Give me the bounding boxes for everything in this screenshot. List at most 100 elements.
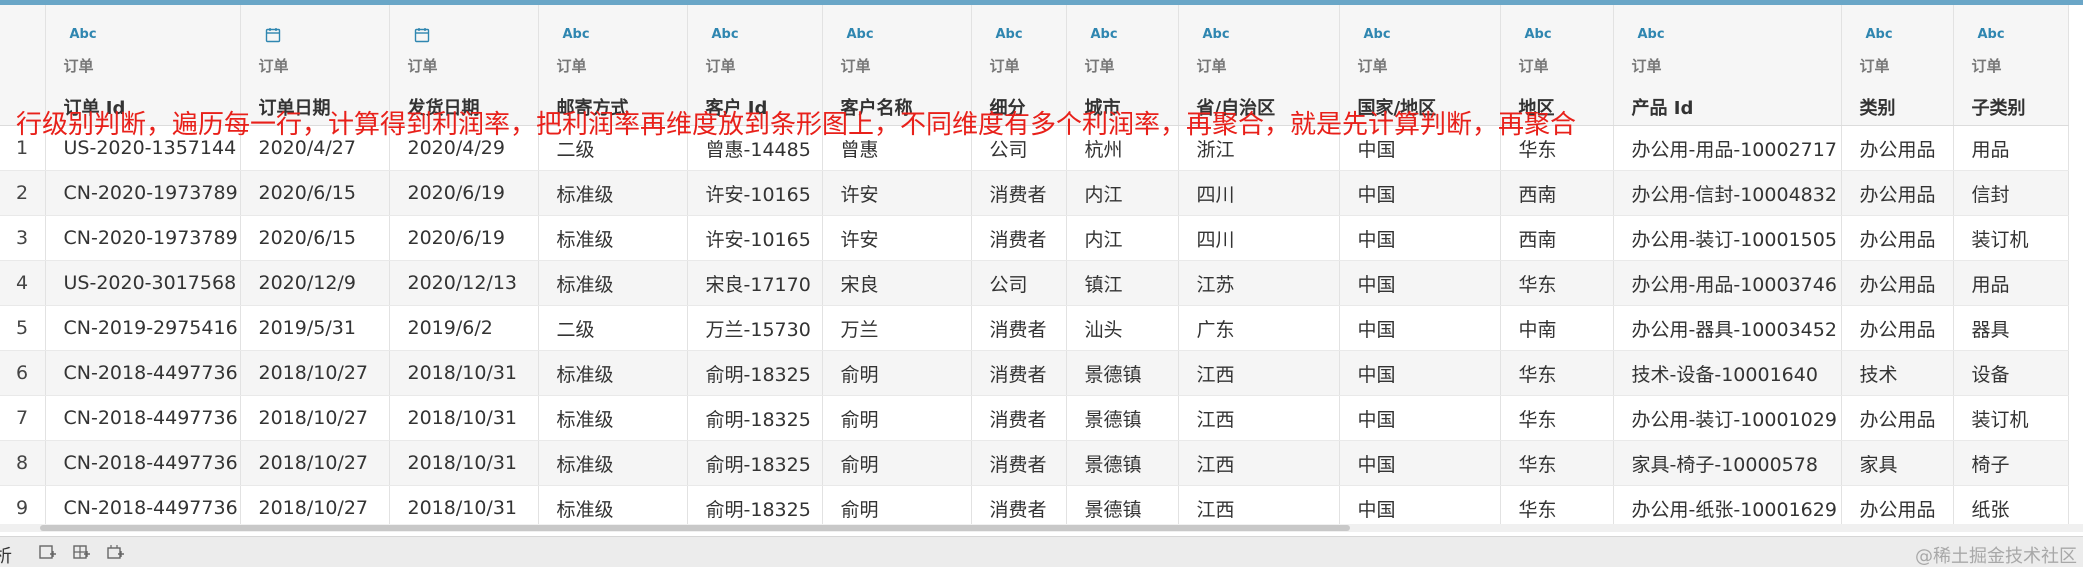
table-cell[interactable]: 2020/6/19 xyxy=(389,215,539,261)
table-cell[interactable]: 装订机 xyxy=(1953,215,2069,261)
table-cell[interactable]: 汕头 xyxy=(1066,305,1179,351)
table-cell[interactable]: 消费者 xyxy=(971,215,1067,261)
table-row[interactable]: 3 CN-2020-1973789 2020/6/15 2020/6/19 标准级 许安-… xyxy=(0,215,2069,261)
new-story-icon[interactable] xyxy=(106,544,126,562)
column-header[interactable]: Abc 订单 类别 xyxy=(1841,5,1954,126)
abc-type-icon[interactable]: Abc xyxy=(1358,27,1437,43)
table-cell[interactable]: 广东 xyxy=(1178,305,1340,351)
table-cell[interactable]: US-2020-3017568 xyxy=(45,260,241,306)
sheet-tab[interactable]: 析 xyxy=(0,542,12,568)
table-cell[interactable]: 江西 xyxy=(1178,350,1340,396)
table-row[interactable]: 4 US-2020-3017568 2020/12/9 2020/12/13 标准级 宋良… xyxy=(0,260,2069,306)
table-cell[interactable]: 2018/10/27 xyxy=(240,440,390,486)
table-cell[interactable]: 中国 xyxy=(1339,260,1501,306)
table-row[interactable]: 2 CN-2020-1973789 2020/6/15 2020/6/19 标准级 许安-… xyxy=(0,170,2069,216)
table-cell[interactable]: 中国 xyxy=(1339,170,1501,216)
table-cell[interactable]: 办公用-装订-10001505 xyxy=(1613,215,1842,261)
table-cell[interactable]: 2020/6/15 xyxy=(240,215,390,261)
abc-type-icon[interactable]: Abc xyxy=(1197,27,1276,43)
table-cell[interactable]: 2018/10/27 xyxy=(240,350,390,396)
column-header[interactable]: Abc 订单 产品 Id xyxy=(1613,5,1842,126)
table-cell[interactable]: 西南 xyxy=(1500,170,1614,216)
table-cell[interactable]: 办公用-用品-10002717 xyxy=(1613,125,1842,171)
table-cell[interactable]: 许安 xyxy=(822,215,972,261)
table-cell[interactable]: 设备 xyxy=(1953,350,2069,396)
table-cell[interactable]: 江西 xyxy=(1178,440,1340,486)
abc-type-icon[interactable]: Abc xyxy=(1632,27,1694,43)
table-cell[interactable]: 内江 xyxy=(1066,215,1179,261)
table-cell[interactable]: 华东 xyxy=(1500,350,1614,396)
table-cell[interactable]: 办公用-信封-10004832 xyxy=(1613,170,1842,216)
table-cell[interactable]: 椅子 xyxy=(1953,440,2069,486)
column-field-name[interactable]: 类别 xyxy=(1860,94,1896,120)
table-cell[interactable]: 2018/10/31 xyxy=(389,350,539,396)
column-field-name[interactable]: 子类别 xyxy=(1972,94,2026,120)
table-cell[interactable]: 标准级 xyxy=(538,260,688,306)
abc-type-icon[interactable]: Abc xyxy=(557,27,629,43)
table-cell[interactable]: 公司 xyxy=(971,260,1067,306)
table-cell[interactable]: 景德镇 xyxy=(1066,440,1179,486)
table-cell[interactable]: 宋良 xyxy=(822,260,972,306)
table-cell[interactable]: 万兰 xyxy=(822,305,972,351)
table-cell[interactable]: 2020/12/9 xyxy=(240,260,390,306)
abc-type-icon[interactable]: Abc xyxy=(1860,27,1896,43)
table-cell[interactable]: 华东 xyxy=(1500,260,1614,306)
table-cell[interactable]: 俞明 xyxy=(822,440,972,486)
abc-type-icon[interactable]: Abc xyxy=(1519,27,1555,43)
table-cell[interactable]: 江西 xyxy=(1178,395,1340,441)
table-cell[interactable]: 消费者 xyxy=(971,440,1067,486)
table-cell[interactable]: 许安-10165 xyxy=(687,170,823,216)
table-cell[interactable]: 标准级 xyxy=(538,350,688,396)
table-cell[interactable]: 宋良-17170 xyxy=(687,260,823,306)
table-cell[interactable]: 家具 xyxy=(1841,440,1954,486)
table-cell[interactable]: 装订机 xyxy=(1953,395,2069,441)
table-cell[interactable]: 2020/6/15 xyxy=(240,170,390,216)
table-cell[interactable]: 办公用品 xyxy=(1841,125,1954,171)
table-cell[interactable]: 消费者 xyxy=(971,350,1067,396)
table-row[interactable]: 6 CN-2018-4497736 2018/10/27 2018/10/31 标准级俞… xyxy=(0,350,2069,396)
table-row[interactable]: 5 CN-2019-2975416 2019/5/31 2019/6/2 二级 万兰-15… xyxy=(0,305,2069,351)
abc-type-icon[interactable]: Abc xyxy=(1085,27,1121,43)
table-cell[interactable]: 消费者 xyxy=(971,170,1067,216)
abc-type-icon[interactable]: Abc xyxy=(64,27,126,43)
abc-type-icon[interactable]: Abc xyxy=(706,27,768,43)
table-cell[interactable]: 办公用-装订-10001029 xyxy=(1613,395,1842,441)
table-cell[interactable]: 2020/12/13 xyxy=(389,260,539,306)
table-cell[interactable]: 西南 xyxy=(1500,215,1614,261)
table-cell[interactable]: 中国 xyxy=(1339,395,1501,441)
table-cell[interactable]: 办公用-用品-10003746 xyxy=(1613,260,1842,306)
table-cell[interactable]: 华东 xyxy=(1500,440,1614,486)
calendar-type-icon[interactable] xyxy=(408,27,480,43)
column-field-name[interactable]: 产品 Id xyxy=(1632,94,1694,120)
column-header[interactable]: Abc 订单 子类别 xyxy=(1953,5,2069,126)
table-cell[interactable]: CN-2018-4497736 xyxy=(45,440,241,486)
table-row[interactable]: 7 CN-2018-4497736 2018/10/27 2018/10/31 标准级俞… xyxy=(0,395,2069,441)
table-cell[interactable]: 俞明 xyxy=(822,350,972,396)
table-cell[interactable]: 2018/10/27 xyxy=(240,395,390,441)
table-cell[interactable]: 四川 xyxy=(1178,170,1340,216)
table-cell[interactable]: 技术-设备-10001640 xyxy=(1613,350,1842,396)
table-cell[interactable]: 许安-10165 xyxy=(687,215,823,261)
table-cell[interactable]: 内江 xyxy=(1066,170,1179,216)
table-row[interactable]: 8 CN-2018-4497736 2018/10/27 2018/10/31 标准级俞… xyxy=(0,440,2069,486)
table-cell[interactable]: 2020/6/19 xyxy=(389,170,539,216)
table-cell[interactable]: 技术 xyxy=(1841,350,1954,396)
table-cell[interactable]: 华东 xyxy=(1500,395,1614,441)
table-cell[interactable]: 四川 xyxy=(1178,215,1340,261)
new-dashboard-icon[interactable] xyxy=(72,544,92,562)
table-cell[interactable]: CN-2018-4497736 xyxy=(45,350,241,396)
table-cell[interactable]: 镇江 xyxy=(1066,260,1179,306)
calendar-type-icon[interactable] xyxy=(259,27,331,43)
abc-type-icon[interactable]: Abc xyxy=(1972,27,2026,43)
table-cell[interactable]: 2018/10/31 xyxy=(389,440,539,486)
horizontal-scrollbar-thumb[interactable] xyxy=(40,525,1350,531)
table-cell[interactable]: 俞明-18325 xyxy=(687,440,823,486)
table-cell[interactable]: 办公用品 xyxy=(1841,215,1954,261)
table-cell[interactable]: 俞明-18325 xyxy=(687,350,823,396)
table-cell[interactable]: 2018/10/31 xyxy=(389,395,539,441)
abc-type-icon[interactable]: Abc xyxy=(841,27,913,43)
table-cell[interactable]: 标准级 xyxy=(538,395,688,441)
table-cell[interactable]: 办公用品 xyxy=(1841,260,1954,306)
table-cell[interactable]: 二级 xyxy=(538,305,688,351)
table-cell[interactable]: 标准级 xyxy=(538,215,688,261)
